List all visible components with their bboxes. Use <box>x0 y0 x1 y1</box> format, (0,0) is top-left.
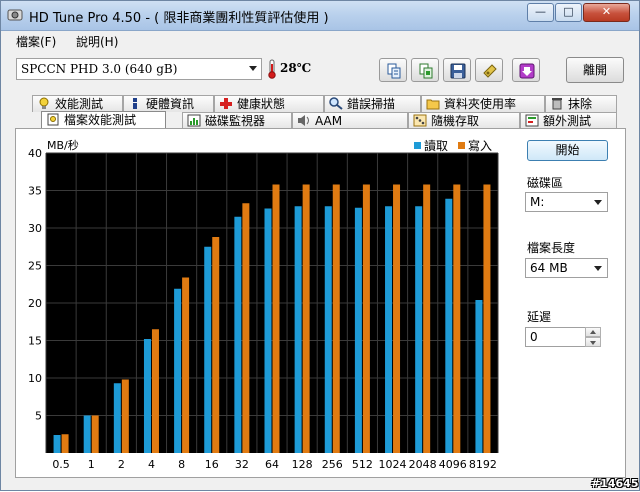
write-bar <box>242 203 250 453</box>
delay-label: 延遲 <box>527 310 552 324</box>
arrow-down-icon <box>590 341 596 345</box>
y-axis-label: MB/秒 <box>47 138 79 152</box>
partition-label: 磁碟區 <box>527 176 564 190</box>
y-tick-label: 10 <box>28 372 42 385</box>
app-window: HD Tune Pro 4.50 - ( 限非商業團利性質評估使用 ) — □ … <box>0 0 640 491</box>
read-bar <box>445 198 453 453</box>
chevron-down-icon <box>594 200 602 205</box>
legend-write-swatch <box>458 142 465 149</box>
watermark: #14645 <box>591 477 639 490</box>
write-bar <box>151 329 159 453</box>
y-tick-label: 15 <box>28 335 42 348</box>
start-button[interactable]: 開始 <box>527 140 608 161</box>
x-tick-label: 1 <box>88 458 95 471</box>
read-bar <box>234 216 242 453</box>
x-tick-label: 32 <box>235 458 249 471</box>
arrow-up-icon <box>590 330 596 334</box>
read-bar <box>354 207 362 453</box>
write-bar <box>453 184 461 453</box>
file-length-select-value: 64 MB <box>530 261 568 275</box>
read-bar <box>415 206 423 453</box>
legend-read-label: 讀取 <box>424 139 448 153</box>
read-bar <box>294 206 302 453</box>
file-length-select[interactable]: 64 MB <box>525 258 608 278</box>
y-tick-label: 30 <box>28 222 42 235</box>
write-bar <box>182 277 190 453</box>
partition-select-value: M: <box>530 195 545 209</box>
delay-decrement-button[interactable] <box>585 337 601 347</box>
read-bar <box>204 246 212 453</box>
read-bar <box>143 339 151 453</box>
x-tick-label: 128 <box>292 458 313 471</box>
x-tick-label: 512 <box>352 458 373 471</box>
write-bar <box>393 184 401 453</box>
x-tick-label: 1024 <box>379 458 407 471</box>
write-bar <box>272 184 280 453</box>
read-bar <box>264 208 272 453</box>
x-tick-label: 4096 <box>439 458 467 471</box>
write-bar <box>61 434 69 453</box>
x-tick-label: 16 <box>205 458 219 471</box>
x-tick-label: 4 <box>148 458 155 471</box>
write-bar <box>423 184 431 453</box>
write-bar <box>91 415 99 453</box>
delay-input-value: 0 <box>530 330 538 344</box>
partition-select[interactable]: M: <box>525 192 608 212</box>
x-tick-label: 64 <box>265 458 279 471</box>
legend-write-label: 寫入 <box>468 138 492 153</box>
chevron-down-icon <box>594 266 602 271</box>
read-bar <box>174 288 182 453</box>
write-bar <box>332 184 340 453</box>
write-bar <box>362 184 370 453</box>
delay-increment-button[interactable] <box>585 327 601 337</box>
read-bar <box>113 383 121 453</box>
x-tick-label: 8 <box>178 458 185 471</box>
legend-read-swatch <box>414 142 421 149</box>
read-bar <box>53 435 61 453</box>
read-bar <box>324 206 332 453</box>
read-bar <box>385 206 393 453</box>
y-tick-label: 25 <box>28 260 42 273</box>
write-bar <box>121 379 129 453</box>
x-tick-label: 2048 <box>409 458 437 471</box>
x-tick-label: 2 <box>118 458 125 471</box>
write-bar <box>483 184 491 453</box>
read-bar <box>475 300 483 453</box>
write-bar <box>212 237 220 453</box>
y-tick-label: 35 <box>28 185 42 198</box>
file-length-label: 檔案長度 <box>527 241 576 255</box>
y-tick-label: 5 <box>35 410 42 423</box>
x-tick-label: 256 <box>322 458 343 471</box>
y-tick-label: 20 <box>28 297 42 310</box>
y-tick-label: 40 <box>28 147 42 160</box>
start-button-label: 開始 <box>555 143 580 157</box>
x-tick-label: 0.5 <box>52 458 70 471</box>
write-bar <box>302 184 310 453</box>
read-bar <box>83 415 91 453</box>
x-tick-label: 8192 <box>469 458 497 471</box>
